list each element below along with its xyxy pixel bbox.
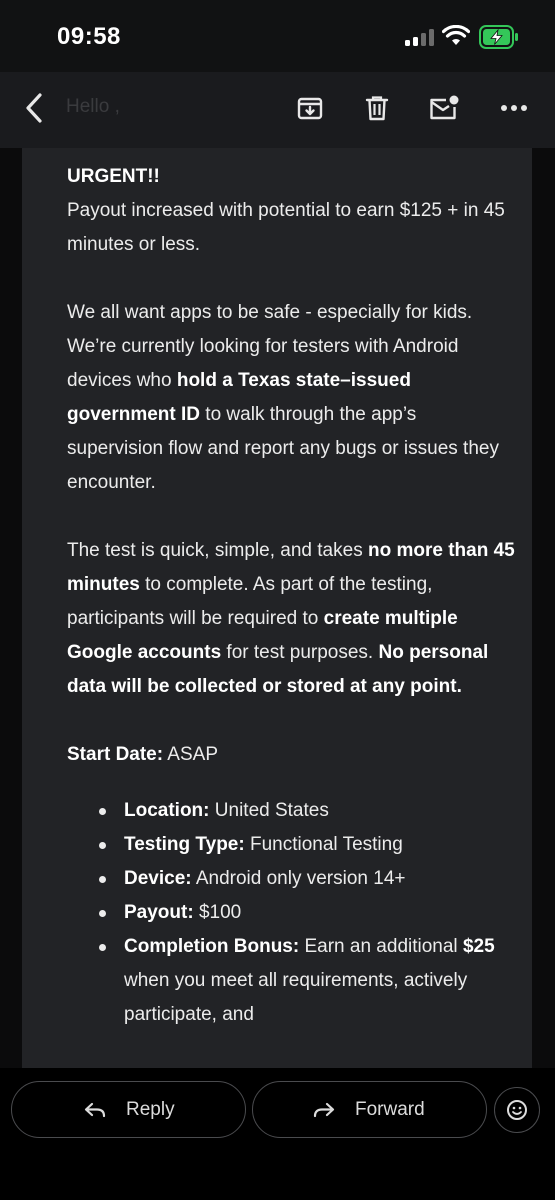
list-item-value: $100 <box>193 902 242 923</box>
cellular-signal-icon <box>405 28 435 46</box>
reply-label: Reply <box>126 1098 175 1120</box>
forward-button[interactable]: Forward <box>252 1081 487 1138</box>
list-item-label: Location: <box>124 800 210 821</box>
email-toolbar: Hello , <box>0 72 555 148</box>
mark-unread-icon <box>430 95 459 120</box>
back-button[interactable] <box>14 88 54 128</box>
reply-button[interactable]: Reply <box>11 1081 246 1138</box>
list-item-value: Earn an additional <box>299 936 463 957</box>
more-icon <box>501 105 527 111</box>
status-time: 09:58 <box>57 23 121 50</box>
archive-button[interactable] <box>288 88 332 128</box>
trash-icon <box>365 96 389 121</box>
forward-icon <box>313 1102 335 1117</box>
back-arrow-icon <box>26 93 42 123</box>
list-item-value: United States <box>209 800 329 821</box>
urgent-heading: URGENT!! <box>67 166 160 187</box>
status-bar: 09:58 <box>0 0 555 72</box>
list-item-label: Completion Bonus: <box>124 936 300 957</box>
paragraph-urgent: URGENT!! Payout increased with potential … <box>67 160 517 262</box>
bonus-amount: $25 <box>462 936 495 957</box>
more-options-button[interactable] <box>492 88 536 128</box>
start-date-label: Start Date: <box>67 744 164 765</box>
emoji-icon <box>507 1100 527 1120</box>
list-item-value-end: when you meet all requirements, actively… <box>124 970 468 1025</box>
list-item-device: Device: Android only version 14+ <box>67 862 517 896</box>
email-body-card: URGENT!! Payout increased with potential … <box>22 148 532 1078</box>
delete-button[interactable] <box>355 88 399 128</box>
list-item-value: Android only version 14+ <box>191 868 406 889</box>
list-item-label: Testing Type: <box>124 834 245 855</box>
forward-label: Forward <box>355 1098 425 1120</box>
emoji-reaction-button[interactable] <box>494 1087 540 1133</box>
wifi-icon <box>442 25 470 45</box>
action-bar: Reply Forward <box>0 1068 555 1200</box>
subject-preview: Hello , <box>66 96 120 117</box>
details-text-3: for test purposes. <box>221 642 379 663</box>
message-area: URGENT!! Payout increased with potential … <box>0 148 555 1200</box>
archive-icon <box>297 97 323 120</box>
list-item-testing-type: Testing Type: Functional Testing <box>67 828 517 862</box>
mark-unread-button[interactable] <box>422 88 466 128</box>
paragraph-details: The test is quick, simple, and takes no … <box>67 534 517 704</box>
start-date-value: ASAP <box>163 744 218 765</box>
list-item-label: Payout: <box>124 902 194 923</box>
email-body: URGENT!! Payout increased with potential … <box>67 160 517 1032</box>
paragraph-intro: We all want apps to be safe - especially… <box>67 296 517 500</box>
list-item-value: Functional Testing <box>244 834 403 855</box>
start-date-line: Start Date: ASAP <box>67 738 517 772</box>
reply-icon <box>84 1102 106 1117</box>
list-item-label: Device: <box>124 868 192 889</box>
payout-text: Payout increased with potential to earn … <box>67 200 505 255</box>
list-item-location: Location: United States <box>67 794 517 828</box>
list-item-payout: Payout: $100 <box>67 896 517 930</box>
battery-charging-icon <box>479 25 518 49</box>
details-text-1: The test is quick, simple, and takes <box>67 540 368 561</box>
list-item-completion-bonus: Completion Bonus: Earn an additional $25… <box>67 930 517 1032</box>
details-list: Location: United States Testing Type: Fu… <box>67 794 517 1032</box>
